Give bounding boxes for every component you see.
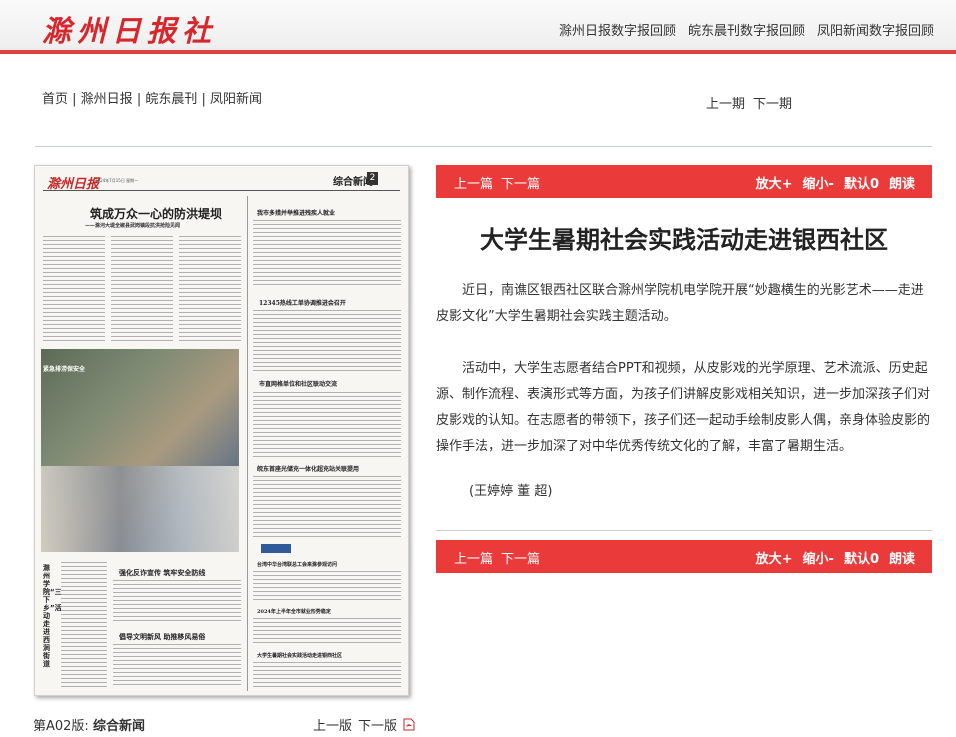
nav-separator: | bbox=[201, 92, 211, 107]
paper-text-block bbox=[113, 580, 241, 624]
next-article-link[interactable]: 下一篇 bbox=[501, 548, 540, 567]
paper-small-headline-1[interactable]: 台湾中华台湾联总工会来滁参观访问 bbox=[257, 561, 337, 568]
paper-text-block bbox=[179, 236, 241, 344]
read-aloud-button[interactable]: 朗读 bbox=[889, 173, 915, 192]
issue-nav: 上一期 下一期 bbox=[706, 93, 792, 112]
paper-text-block bbox=[43, 236, 105, 344]
paper-headline[interactable]: 筑成万众一心的防洪堤坝 bbox=[90, 205, 222, 222]
paper-photo-caption: 紧急排涝保安全 bbox=[43, 366, 86, 373]
paper-headline-bottom-1[interactable]: 强化反诈宣传 筑牢安全防线 bbox=[119, 568, 205, 578]
paper-small-headline-2[interactable]: 2024年上半年全市就业形势稳定 bbox=[257, 608, 331, 615]
divider bbox=[35, 146, 932, 147]
page-nav: 上一版 下一版 bbox=[313, 715, 415, 734]
link-fengyang-news-archive[interactable]: 凤阳新闻数字报回顾 bbox=[817, 20, 934, 39]
paper-headline-bottom-2[interactable]: 倡导文明新风 助推移风易俗 bbox=[119, 632, 205, 642]
prev-page-link[interactable]: 上一版 bbox=[313, 715, 352, 734]
prev-article-link[interactable]: 上一篇 bbox=[454, 173, 493, 192]
paper-date-line: 2024年7月15日 星期一 bbox=[95, 178, 139, 183]
paper-headline-right-3[interactable]: 市直网格单位和社区联动交流 bbox=[259, 379, 337, 388]
paper-text-block bbox=[253, 662, 401, 690]
nav-chuzhou-daily[interactable]: 滁州日报 bbox=[81, 92, 133, 107]
paper-text-block bbox=[253, 392, 401, 458]
paper-vertical-headline[interactable]: 滁州学院“三下乡”活动走进西涧街道 bbox=[43, 564, 62, 668]
article-title: 大学生暑期社会实践活动走进银西社区 bbox=[480, 226, 888, 254]
site-logo[interactable]: 滁州日报社 bbox=[42, 8, 217, 50]
site-header: 滁州日报社 滁州日报数字报回顾 皖东晨刊数字报回顾 凤阳新闻数字报回顾 bbox=[0, 0, 956, 54]
article-byline: (王婷婷 董 超) bbox=[469, 484, 553, 499]
link-wandong-morning-archive[interactable]: 皖东晨刊数字报回顾 bbox=[688, 20, 805, 39]
archive-links: 滁州日报数字报回顾 皖东晨刊数字报回顾 凤阳新闻数字报回顾 bbox=[559, 20, 934, 39]
link-chuzhou-daily-archive[interactable]: 滁州日报数字报回顾 bbox=[559, 20, 676, 39]
nav-home[interactable]: 首页 bbox=[42, 92, 68, 107]
article-paragraph: 活动中，大学生志愿者结合PPT和视频，从皮影戏的光学原理、艺术流派、历史起源、制… bbox=[436, 361, 931, 454]
paper-small-headline-3[interactable]: 大学生暑期社会实践活动走进银西社区 bbox=[257, 652, 342, 659]
paper-column-rule bbox=[247, 196, 248, 691]
zoom-in-button[interactable]: 放大+ bbox=[756, 548, 793, 567]
paper-text-block bbox=[253, 220, 401, 288]
article-divider bbox=[436, 530, 932, 531]
nav-wandong-morning[interactable]: 皖东晨刊 bbox=[145, 92, 197, 107]
prev-issue-link[interactable]: 上一期 bbox=[706, 93, 745, 112]
article-paragraph: 近日，南谯区银西社区联合滁州学院机电学院开展“妙趣横生的光影艺术——走进皮影文化… bbox=[436, 283, 924, 324]
paper-rule bbox=[43, 190, 400, 191]
paper-text-block bbox=[253, 476, 401, 540]
next-issue-link[interactable]: 下一期 bbox=[753, 93, 792, 112]
default-size-button[interactable]: 默认0 bbox=[844, 548, 879, 567]
paper-headline-right-2[interactable]: 12345热线工单协调推进会召开 bbox=[259, 298, 346, 307]
zoom-out-button[interactable]: 缩小- bbox=[803, 173, 834, 192]
pdf-download-icon[interactable] bbox=[403, 718, 415, 731]
next-page-link[interactable]: 下一版 bbox=[358, 715, 397, 734]
next-article-link[interactable]: 下一篇 bbox=[501, 173, 540, 192]
nav-separator: | bbox=[72, 92, 81, 107]
page-section-name: 综合新闻 bbox=[92, 719, 145, 734]
read-aloud-button[interactable]: 朗读 bbox=[889, 548, 915, 567]
paper-subhead: ——滁河大堤全椒县武岗镇段抗洪抢险见闻 bbox=[85, 223, 181, 229]
paper-text-block bbox=[61, 562, 107, 687]
paper-headline-right-4[interactable]: 皖东首座光储充一体化超充站关联提用 bbox=[257, 464, 359, 473]
paper-text-block bbox=[253, 310, 401, 374]
zoom-in-button[interactable]: 放大+ bbox=[756, 173, 793, 192]
paper-text-block bbox=[111, 236, 173, 344]
paper-text-block bbox=[253, 571, 401, 601]
paper-page-number: 2 bbox=[367, 172, 378, 185]
prev-article-link[interactable]: 上一篇 bbox=[454, 548, 493, 567]
default-size-button[interactable]: 默认0 bbox=[844, 173, 879, 192]
article-body: 近日，南谯区银西社区联合滁州学院机电学院开展“妙趣横生的光影艺术——走进皮影文化… bbox=[436, 278, 932, 460]
paper-text-block bbox=[113, 644, 241, 688]
zoom-out-button[interactable]: 缩小- bbox=[803, 548, 834, 567]
paper-headline-right-1[interactable]: 我市多措并举推进残疾人就业 bbox=[257, 208, 335, 217]
breadcrumb-nav: 首页 | 滁州日报 | 皖东晨刊 | 凤阳新闻 bbox=[42, 88, 262, 107]
nav-fengyang-news[interactable]: 凤阳新闻 bbox=[210, 92, 262, 107]
paper-text-block bbox=[253, 618, 401, 646]
page-number-label: 第A02版: bbox=[33, 719, 89, 734]
paper-photo-lower bbox=[41, 466, 239, 552]
paper-column-banner bbox=[261, 544, 291, 553]
newspaper-page-image[interactable]: 滁州日报 2024年7月15日 星期一 综合新闻 2 筑成万众一心的防洪堤坝 —… bbox=[34, 165, 409, 696]
page-label: 第A02版: 综合新闻 bbox=[33, 715, 145, 734]
article-toolbar-bottom: 上一篇 下一篇 放大+ 缩小- 默认0 朗读 bbox=[436, 540, 932, 573]
article-toolbar-top: 上一篇 下一篇 放大+ 缩小- 默认0 朗读 bbox=[436, 165, 932, 198]
